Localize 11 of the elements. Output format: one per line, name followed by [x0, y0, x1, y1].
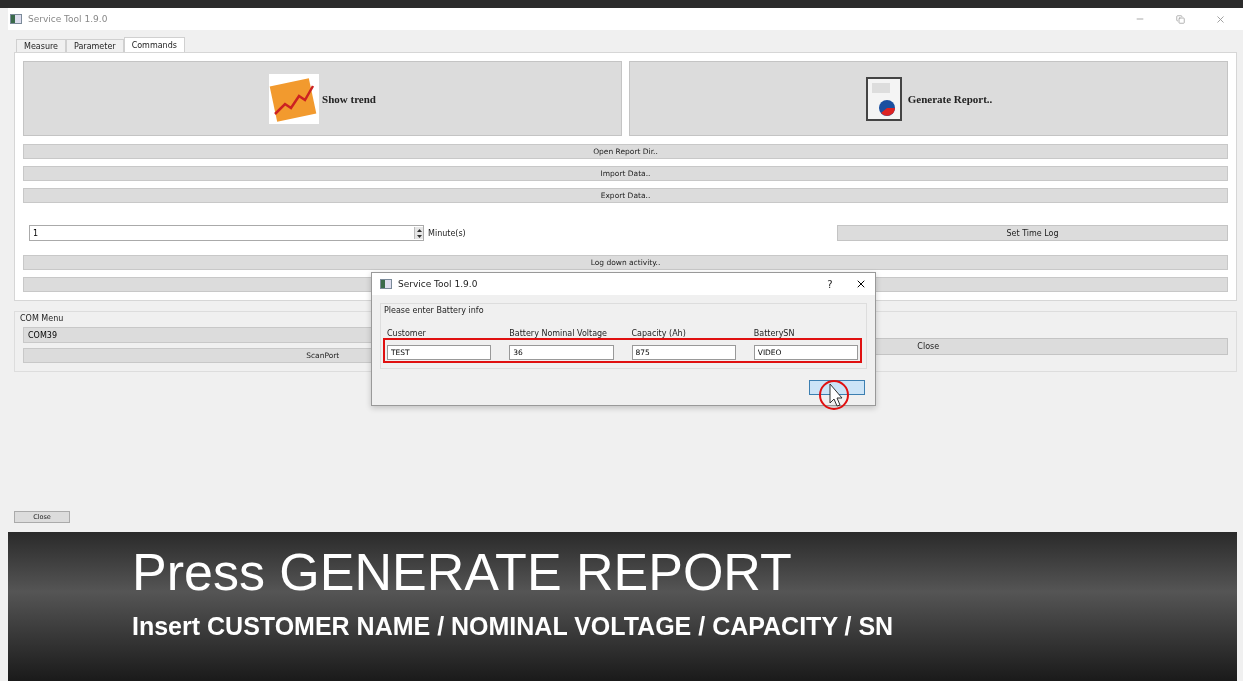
group-title: COM Menu	[20, 314, 65, 323]
group-title: Please enter Battery info	[384, 306, 485, 315]
caption-title: Press GENERATE REPORT	[132, 546, 793, 598]
dialog-title: Service Tool 1.9.0	[398, 279, 479, 289]
field-label: Customer	[387, 329, 427, 338]
unit-label: Minute(s)	[428, 228, 467, 238]
field-label: BatterySN	[753, 329, 796, 338]
field-label: Capacity (Ah)	[631, 329, 687, 338]
window-title: Service Tool 1.9.0	[28, 14, 109, 24]
caption-subtitle: Insert CUSTOMER NAME / NOMINAL VOLTAGE / CAPACITY / SN	[132, 612, 895, 641]
field-label: Battery Nominal Voltage	[509, 329, 609, 338]
